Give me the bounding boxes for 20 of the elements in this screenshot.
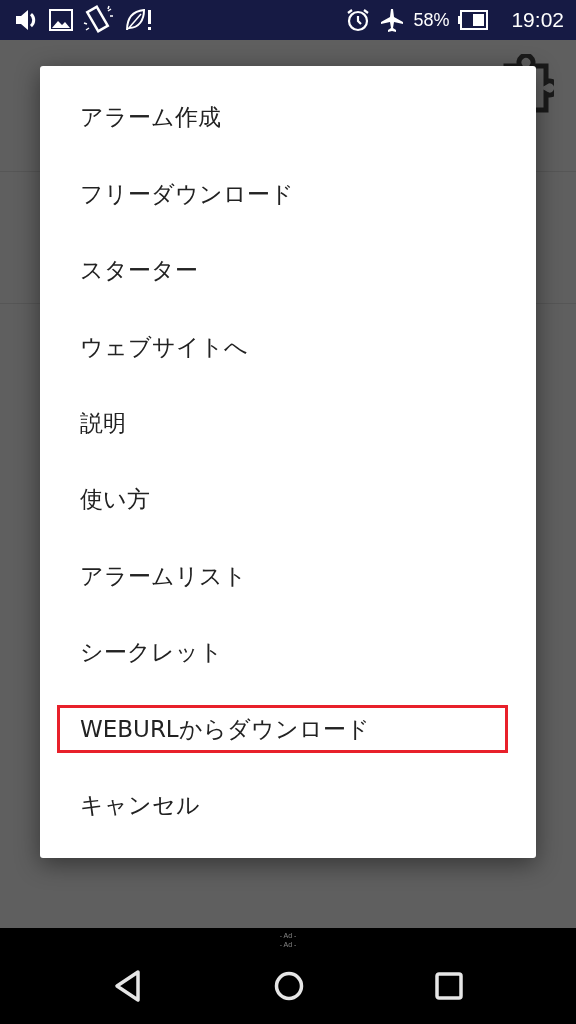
recent-apps-button[interactable] — [435, 972, 463, 1000]
menu-item[interactable]: フリーダウンロード — [57, 170, 508, 219]
battery-icon — [457, 9, 490, 31]
battery-percentage: 58% — [413, 9, 450, 31]
menu-item[interactable]: アラームリスト — [57, 552, 508, 601]
menu-item[interactable]: 説明 — [57, 399, 508, 448]
home-button[interactable] — [273, 970, 305, 1002]
menu-item[interactable]: 使い方 — [57, 476, 508, 524]
menu-item[interactable]: アラーム作成 — [57, 94, 508, 142]
leaf-alert-icon — [124, 7, 154, 33]
menu-item[interactable]: WEBURLからダウンロード — [57, 705, 508, 753]
menu-item[interactable]: ウェブサイトへ — [57, 323, 508, 371]
screen-rotation-icon — [82, 5, 116, 35]
airplane-icon — [379, 7, 406, 33]
back-button[interactable] — [113, 969, 143, 1003]
image-icon — [48, 7, 74, 33]
menu-item[interactable]: シークレット — [57, 628, 508, 677]
menu-item[interactable]: キャンセル — [57, 781, 508, 830]
menu-item[interactable]: スターター — [57, 246, 508, 295]
clock-time: 19:02 — [511, 8, 564, 32]
